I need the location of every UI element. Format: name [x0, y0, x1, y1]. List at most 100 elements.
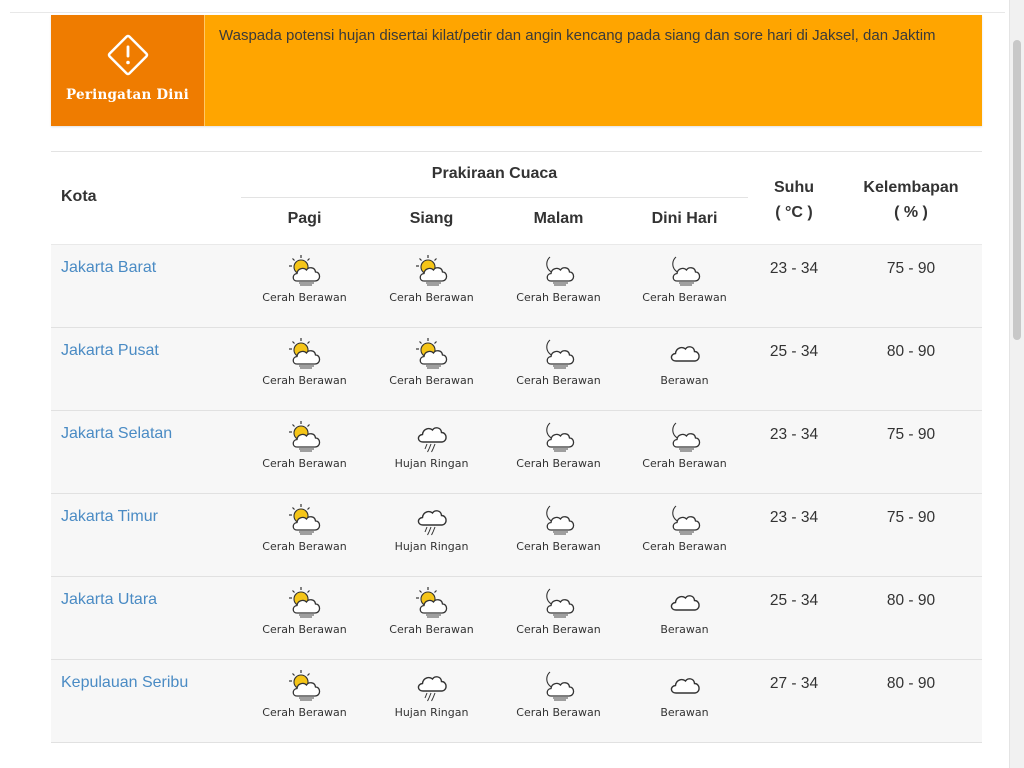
early-warning-badge: Peringatan Dini: [51, 15, 205, 126]
forecast-condition: Cerah Berawan: [262, 706, 347, 719]
humidity-range: 80 - 90: [886, 343, 936, 360]
table-body: Jakarta Barat Cerah Berawan Cerah Berawan C…: [51, 245, 982, 743]
light-rain-icon: [417, 510, 447, 536]
forecast-cell: Cerah Berawan: [241, 586, 368, 654]
cloudy-icon: [670, 346, 700, 362]
temperature-range: 23 - 34: [769, 260, 819, 277]
humidity-range: 75 - 90: [886, 260, 936, 277]
forecast-condition: Cerah Berawan: [262, 457, 347, 470]
forecast-cell: Cerah Berawan: [621, 420, 748, 488]
forecast-condition: Berawan: [660, 706, 709, 719]
forecast-condition: Cerah Berawan: [262, 623, 347, 636]
header-kelembapan-label: Kelembapan: [863, 179, 959, 196]
partly-cloudy-day-icon: [288, 670, 320, 701]
forecast-cell: Hujan Ringan: [368, 669, 495, 737]
header-divider: [241, 197, 748, 198]
city-link[interactable]: Jakarta Pusat: [61, 342, 159, 360]
forecast-condition: Cerah Berawan: [516, 457, 601, 470]
partly-cloudy-night-icon: [671, 505, 700, 535]
table-row: Jakarta Selatan Cerah Berawan Hujan Ringan…: [51, 411, 982, 494]
header-kelembapan-unit: ( % ): [894, 204, 928, 221]
header-prakiraan-cuaca: Prakiraan Cuaca: [431, 165, 558, 182]
forecast-condition: Cerah Berawan: [516, 540, 601, 553]
forecast-cell: Cerah Berawan: [241, 503, 368, 571]
page-scrollbar[interactable]: [1009, 0, 1024, 768]
forecast-condition: Cerah Berawan: [516, 623, 601, 636]
forecast-cell: Cerah Berawan: [241, 669, 368, 737]
partly-cloudy-night-icon: [545, 256, 574, 286]
header-siang: Siang: [409, 210, 454, 227]
forecast-cell: Hujan Ringan: [368, 420, 495, 488]
forecast-cell: Cerah Berawan: [495, 254, 622, 322]
forecast-cell: Cerah Berawan: [495, 420, 622, 488]
partly-cloudy-day-icon: [288, 421, 320, 452]
temperature-range: 23 - 34: [769, 426, 819, 443]
header-malam: Malam: [533, 210, 584, 227]
forecast-cell: Cerah Berawan: [621, 254, 748, 322]
warning-title: Peringatan Dini: [66, 87, 189, 103]
forecast-cell: Cerah Berawan: [621, 503, 748, 571]
forecast-condition: Hujan Ringan: [394, 540, 469, 553]
partly-cloudy-day-icon: [415, 587, 447, 618]
temperature-range: 25 - 34: [769, 343, 819, 360]
forecast-cell: Cerah Berawan: [368, 337, 495, 405]
partly-cloudy-day-icon: [288, 255, 320, 286]
header-suhu-unit: ( °C ): [775, 204, 813, 221]
forecast-condition: Berawan: [660, 623, 709, 636]
humidity-range: 80 - 90: [886, 675, 936, 692]
partly-cloudy-night-icon: [545, 588, 574, 618]
forecast-condition: Cerah Berawan: [642, 457, 727, 470]
table-row: Jakarta Barat Cerah Berawan Cerah Berawan C…: [51, 245, 982, 328]
partly-cloudy-day-icon: [415, 255, 447, 286]
partly-cloudy-night-icon: [671, 256, 700, 286]
forecast-cell: Cerah Berawan: [241, 254, 368, 322]
forecast-condition: Cerah Berawan: [642, 291, 727, 304]
header-kota: Kota: [61, 188, 97, 205]
city-link[interactable]: Jakarta Barat: [61, 259, 156, 277]
humidity-range: 75 - 90: [886, 426, 936, 443]
humidity-range: 80 - 90: [886, 592, 936, 609]
forecast-condition: Cerah Berawan: [262, 540, 347, 553]
table-row: Jakarta Pusat Cerah Berawan Cerah Berawan C…: [51, 328, 982, 411]
forecast-cell: Hujan Ringan: [368, 503, 495, 571]
forecast-cell: Berawan: [621, 586, 748, 654]
forecast-cell: Cerah Berawan: [495, 586, 622, 654]
partly-cloudy-night-icon: [545, 505, 574, 535]
forecast-condition: Hujan Ringan: [394, 457, 469, 470]
partly-cloudy-night-icon: [545, 339, 574, 369]
city-link[interactable]: Jakarta Timur: [61, 508, 158, 526]
humidity-range: 75 - 90: [886, 509, 936, 526]
cloudy-icon: [670, 678, 700, 694]
city-link[interactable]: Jakarta Selatan: [61, 425, 172, 443]
city-link[interactable]: Jakarta Utara: [61, 591, 157, 609]
header-kelembapan: Kelembapan ( % ): [840, 175, 982, 225]
forecast-condition: Cerah Berawan: [389, 374, 474, 387]
weather-forecast-table: Kota Prakiraan Cuaca Pagi Siang Malam Di…: [51, 151, 982, 743]
header-suhu-label: Suhu: [774, 179, 814, 196]
top-divider: [10, 12, 1005, 13]
partly-cloudy-day-icon: [288, 338, 320, 369]
forecast-cell: Cerah Berawan: [241, 420, 368, 488]
forecast-condition: Cerah Berawan: [516, 374, 601, 387]
table-row: Jakarta Timur Cerah Berawan Hujan Ringan Ce…: [51, 494, 982, 577]
forecast-condition: Cerah Berawan: [516, 706, 601, 719]
warning-message: Waspada potensi hujan disertai kilat/pet…: [219, 27, 936, 44]
forecast-cell: Cerah Berawan: [495, 503, 622, 571]
city-link[interactable]: Kepulauan Seribu: [61, 674, 188, 692]
partly-cloudy-night-icon: [671, 422, 700, 452]
table-row: Kepulauan Seribu Cerah Berawan Hujan Ringa…: [51, 660, 982, 743]
forecast-cell: Berawan: [621, 669, 748, 737]
forecast-condition: Berawan: [660, 374, 709, 387]
temperature-range: 25 - 34: [769, 592, 819, 609]
forecast-cell: Cerah Berawan: [495, 669, 622, 737]
forecast-cell: Berawan: [621, 337, 748, 405]
forecast-cell: Cerah Berawan: [241, 337, 368, 405]
partly-cloudy-day-icon: [288, 504, 320, 535]
temperature-range: 27 - 34: [769, 675, 819, 692]
partly-cloudy-night-icon: [545, 422, 574, 452]
partly-cloudy-day-icon: [415, 338, 447, 369]
table-row: Jakarta Utara Cerah Berawan Cerah Berawan C…: [51, 577, 982, 660]
partly-cloudy-night-icon: [545, 671, 574, 701]
scrollbar-thumb[interactable]: [1013, 40, 1021, 340]
forecast-condition: Cerah Berawan: [516, 291, 601, 304]
